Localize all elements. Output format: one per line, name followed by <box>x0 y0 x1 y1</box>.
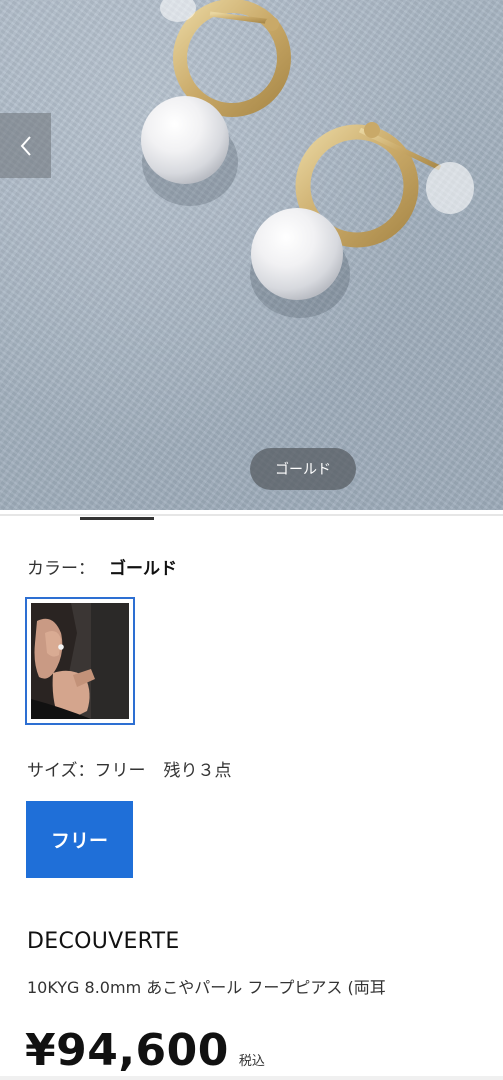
color-overlay-badge: ゴールド <box>250 448 356 490</box>
price-amount: ¥94,600 <box>25 1025 229 1076</box>
size-label: サイズ：フリー <box>27 761 146 781</box>
carousel-divider <box>0 514 503 516</box>
size-option-free-button[interactable]: フリー <box>26 801 133 878</box>
stock-remaining: 残り３点 <box>163 761 232 781</box>
product-image-carousel[interactable]: ゴールド <box>0 0 503 510</box>
product-title: 10KYG 8.0mm あこやパール フープピアス (両耳 <box>27 978 386 997</box>
product-photo-earrings <box>141 0 474 318</box>
size-selector-label: サイズ：フリー 残り３点 <box>27 756 232 781</box>
bottom-divider <box>0 1076 503 1080</box>
tax-included-label: 税込 <box>238 1054 265 1069</box>
chevron-left-icon <box>20 135 31 156</box>
color-swatch-thumbnail[interactable] <box>25 597 135 725</box>
brand-name[interactable]: DECOUVERTE <box>27 929 180 954</box>
price-block: ¥94,600 税込 <box>25 1025 265 1076</box>
color-selector-label: カラー： ゴールド <box>27 554 177 579</box>
carousel-prev-button[interactable] <box>0 113 51 178</box>
color-value: ゴールド <box>109 559 177 579</box>
color-label: カラー： <box>27 559 95 579</box>
carousel-page-indicator <box>80 517 154 520</box>
model-wearing-earring-image <box>31 603 129 719</box>
